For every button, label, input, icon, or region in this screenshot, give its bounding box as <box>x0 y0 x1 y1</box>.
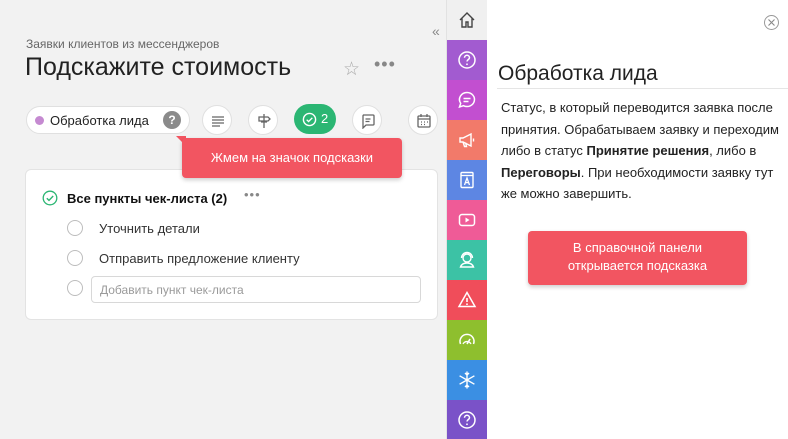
star-icon[interactable]: ☆ <box>343 58 360 81</box>
rail-question[interactable] <box>447 400 487 439</box>
checklist-item[interactable]: Отправить предложение клиенту <box>67 248 427 270</box>
panel-description: Статус, в который переводится заявка пос… <box>501 100 779 201</box>
tooltip-line: открывается подсказка <box>567 258 708 273</box>
status-label: Обработка лида <box>50 113 149 128</box>
lines-icon <box>212 116 224 127</box>
status-name: Переговоры <box>501 164 581 180</box>
calendar-icon <box>417 114 431 128</box>
checklist-item-label[interactable]: Отправить предложение клиенту <box>99 251 300 266</box>
new-item-row <box>67 278 87 300</box>
rail-help[interactable] <box>447 40 487 80</box>
rail-knowledge[interactable] <box>447 160 487 200</box>
signpost-button[interactable] <box>248 105 278 135</box>
checklist-more-button[interactable]: ••• <box>244 187 261 202</box>
reference-rail <box>447 0 487 439</box>
signpost-icon <box>258 114 271 128</box>
more-menu-button[interactable]: ••• <box>374 54 396 75</box>
collapse-panel-button[interactable]: « <box>432 23 440 39</box>
deal-card-area: Заявки клиентов из мессенджеров Подскажи… <box>0 0 446 439</box>
book-icon <box>460 171 474 189</box>
checklist-count: 2 <box>321 111 329 126</box>
divider <box>497 88 788 89</box>
video-icon <box>458 213 476 227</box>
rail-home[interactable] <box>447 0 487 40</box>
megaphone-icon <box>459 132 475 148</box>
warning-icon <box>457 290 477 308</box>
close-panel-button[interactable] <box>764 15 779 30</box>
close-icon <box>768 19 775 26</box>
page-title[interactable]: Подскажите стоимость <box>25 53 291 82</box>
rail-support[interactable] <box>447 240 487 280</box>
panel-title: Обработка лида <box>498 62 658 85</box>
rail-alert[interactable] <box>447 280 487 320</box>
rail-chat[interactable] <box>447 80 487 120</box>
status-help-icon[interactable]: ? <box>163 111 181 129</box>
snowflake-icon <box>459 371 475 389</box>
description-button[interactable] <box>202 105 232 135</box>
checklist-item[interactable]: Уточнить детали <box>67 218 427 240</box>
comment-icon <box>362 114 375 129</box>
rail-speed[interactable] <box>447 320 487 360</box>
checkbox[interactable] <box>67 280 83 296</box>
status-color-dot <box>35 116 44 125</box>
question-icon <box>458 411 476 429</box>
support-icon <box>459 251 475 268</box>
checkbox[interactable] <box>67 220 83 236</box>
panel-hint-tooltip: В справочной панели открывается подсказк… <box>528 231 747 285</box>
tooltip-line: В справочной панели <box>572 240 703 255</box>
status-selector[interactable]: Обработка лида ? <box>26 106 190 134</box>
reference-panel: Обработка лида Статус, в который перевод… <box>446 0 788 439</box>
rail-holiday[interactable] <box>447 360 487 400</box>
calendar-button[interactable] <box>408 105 438 135</box>
checklist-button[interactable]: 2 <box>294 104 336 134</box>
checklist-header[interactable]: Все пункты чек-листа (2) <box>67 191 227 206</box>
rail-video[interactable] <box>447 200 487 240</box>
check-circle-icon <box>302 112 317 127</box>
checkbox[interactable] <box>67 250 83 266</box>
speedometer-icon <box>459 333 475 345</box>
pipeline-name[interactable]: Заявки клиентов из мессенджеров <box>26 37 219 51</box>
checklist-card: Все пункты чек-листа (2) ••• Уточнить де… <box>25 169 438 320</box>
status-name: Принятие решения <box>586 143 710 158</box>
add-checklist-item-input[interactable] <box>91 276 421 303</box>
home-icon <box>459 12 475 28</box>
hint-tooltip: Жмем на значок подсказки <box>182 138 402 178</box>
chat-icon <box>458 91 476 109</box>
check-circle-icon <box>42 190 58 206</box>
checklist-item-label[interactable]: Уточнить детали <box>99 221 200 236</box>
rail-news[interactable] <box>447 120 487 160</box>
help-icon <box>458 51 476 69</box>
comments-button[interactable] <box>352 105 382 135</box>
